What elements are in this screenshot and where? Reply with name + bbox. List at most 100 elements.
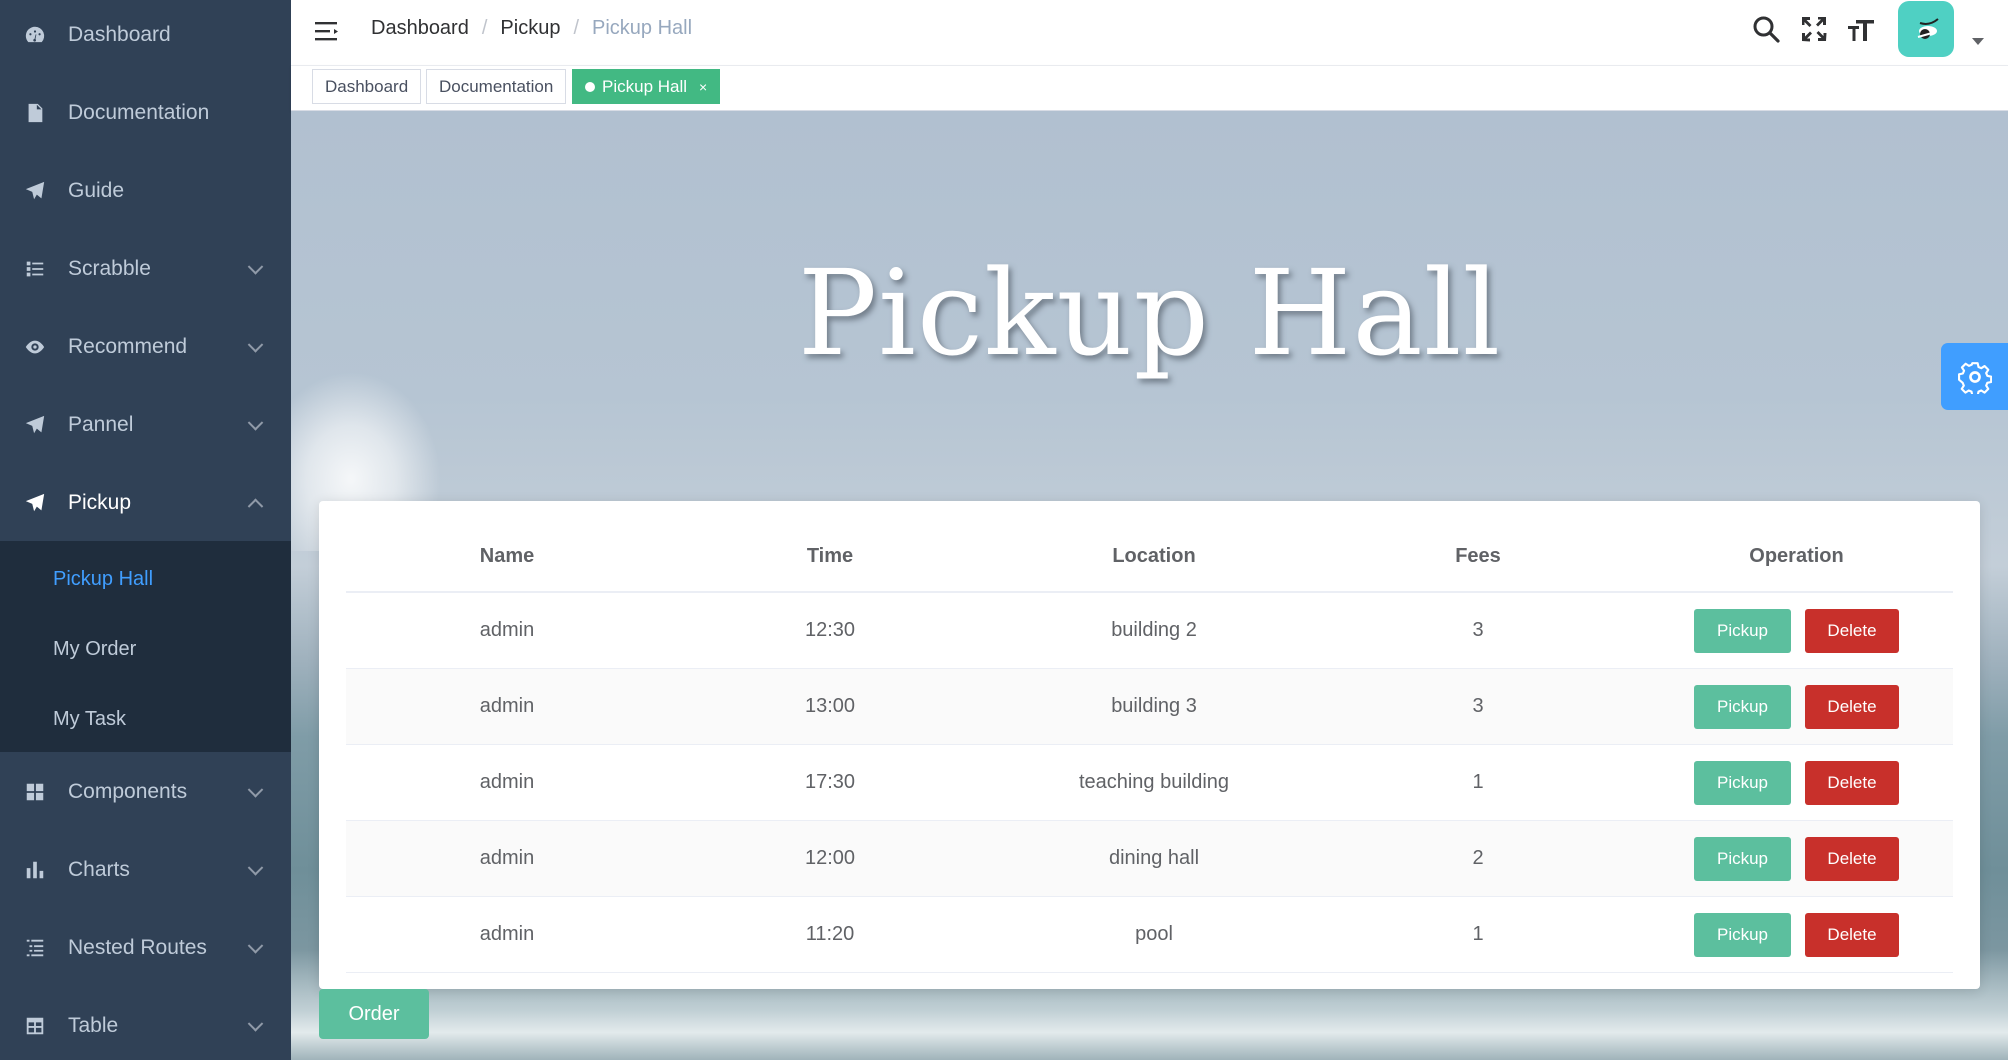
- chevron-down-icon: [247, 860, 264, 876]
- sidebar-item-nested-routes[interactable]: Nested Routes: [0, 909, 291, 987]
- sidebar-item-label: Charts: [68, 858, 130, 881]
- table-header-row: Name Time Location Fees Operation: [346, 521, 1953, 593]
- document-icon: [24, 102, 46, 124]
- cell-time: 17:30: [668, 744, 992, 821]
- sidebar-item-label: Recommend: [68, 335, 188, 358]
- sidebar-item-documentation[interactable]: Documentation: [0, 74, 291, 152]
- cell-time: 12:00: [668, 820, 992, 897]
- cell-fees: 3: [1316, 592, 1640, 669]
- breadcrumb: Dashboard / Pickup / Pickup Hall: [371, 17, 692, 40]
- chevron-up-icon: [247, 498, 264, 515]
- settings-gear-button[interactable]: [1941, 343, 2008, 410]
- dashboard-icon: [24, 24, 46, 46]
- delete-button[interactable]: Delete: [1805, 684, 1899, 729]
- pickup-button[interactable]: Pickup: [1694, 760, 1791, 805]
- tag-label: Documentation: [439, 76, 554, 96]
- sidebar-item-label: Nested Routes: [68, 936, 207, 959]
- cell-operation: Pickup Delete: [1640, 896, 1953, 973]
- column-header-location: Location: [992, 521, 1316, 593]
- delete-button[interactable]: Delete: [1805, 836, 1899, 881]
- column-header-name: Name: [346, 521, 668, 593]
- font-size-icon[interactable]: [1846, 14, 1876, 44]
- cell-location: building 2: [992, 592, 1316, 669]
- order-button[interactable]: Order: [319, 989, 429, 1039]
- breadcrumb-separator: /: [481, 17, 488, 39]
- pickup-submenu: Pickup Hall My Order My Task: [0, 541, 291, 752]
- sidebar-item-charts[interactable]: Charts: [0, 831, 291, 909]
- chevron-down-icon: [247, 782, 264, 798]
- delete-button[interactable]: Delete: [1805, 608, 1899, 653]
- sidebar-item-guide[interactable]: Guide: [0, 152, 291, 230]
- breadcrumb-separator: /: [573, 17, 579, 39]
- gear-icon: [1957, 361, 1992, 394]
- cell-operation: Pickup Delete: [1640, 744, 1953, 821]
- paper-plane-icon: [24, 180, 46, 202]
- pickup-button[interactable]: Pickup: [1694, 836, 1791, 881]
- cell-fees: 1: [1316, 744, 1640, 821]
- avatar[interactable]: [1898, 1, 1954, 57]
- cell-fees: 1: [1316, 896, 1640, 973]
- cell-name: admin: [346, 820, 668, 897]
- cell-time: 12:30: [668, 592, 992, 669]
- cell-fees: 3: [1316, 668, 1640, 745]
- search-icon[interactable]: [1751, 14, 1781, 44]
- cell-fees: 2: [1316, 820, 1640, 897]
- paper-plane-icon: [24, 492, 46, 514]
- pickup-button[interactable]: Pickup: [1694, 912, 1791, 957]
- sidebar-item-label: Guide: [68, 179, 125, 202]
- tag-pickup-hall[interactable]: Pickup Hall ×: [572, 69, 721, 104]
- sidebar-item-scrabble[interactable]: Scrabble: [0, 230, 291, 308]
- sidebar-item-table[interactable]: Table: [0, 987, 291, 1060]
- page-title: Pickup Hall: [797, 244, 1502, 382]
- pickup-button[interactable]: Pickup: [1694, 608, 1791, 653]
- close-icon[interactable]: ×: [699, 79, 707, 95]
- cell-name: admin: [346, 896, 668, 973]
- pickup-table: Name Time Location Fees Operation admin …: [346, 521, 1953, 973]
- breadcrumb-item-pickup[interactable]: Pickup: [500, 17, 560, 40]
- tag-label: Dashboard: [325, 76, 409, 96]
- cell-location: building 3: [992, 668, 1316, 745]
- tag-label: Pickup Hall: [602, 76, 688, 96]
- delete-button[interactable]: Delete: [1805, 760, 1899, 805]
- sidebar-item-pickup[interactable]: Pickup: [0, 464, 291, 542]
- sidebar-item-components[interactable]: Components: [0, 753, 291, 831]
- pickup-button[interactable]: Pickup: [1694, 684, 1791, 729]
- navbar: Dashboard / Pickup / Pickup Hall: [291, 0, 2008, 66]
- pickup-table-card: Name Time Location Fees Operation admin …: [319, 501, 1980, 989]
- tag-dashboard[interactable]: Dashboard: [312, 69, 422, 104]
- cell-name: admin: [346, 744, 668, 821]
- active-dot-icon: [585, 81, 595, 92]
- list-icon: [24, 258, 46, 280]
- eye-icon: [24, 336, 46, 358]
- cell-operation: Pickup Delete: [1640, 820, 1953, 897]
- bar-chart-icon: [24, 859, 46, 881]
- chevron-down-icon: [247, 938, 264, 954]
- nested-list-icon: [24, 937, 46, 959]
- cell-location: dining hall: [992, 820, 1316, 897]
- submenu-item-my-task[interactable]: My Task: [0, 684, 291, 754]
- menu-fold-icon[interactable]: [313, 18, 339, 44]
- cell-operation: Pickup Delete: [1640, 668, 1953, 745]
- fullscreen-icon[interactable]: [1799, 14, 1829, 44]
- table-row: admin 17:30 teaching building 1 Pickup D…: [346, 744, 1953, 821]
- table-row: admin 12:00 dining hall 2 Pickup Delete: [346, 820, 1953, 897]
- submenu-item-my-order[interactable]: My Order: [0, 614, 291, 684]
- chevron-down-icon: [247, 1016, 264, 1032]
- caret-down-icon[interactable]: [1972, 38, 1984, 45]
- main-content: Pickup Hall Name Time Location Fees Oper…: [291, 111, 2008, 1060]
- sidebar-item-dashboard[interactable]: Dashboard: [0, 0, 291, 74]
- sidebar-item-label: Pannel: [68, 413, 134, 436]
- paper-plane-icon: [24, 414, 46, 436]
- breadcrumb-item-dashboard[interactable]: Dashboard: [371, 17, 469, 40]
- tags-view: Dashboard Documentation Pickup Hall ×: [291, 66, 2008, 111]
- submenu-item-pickup-hall[interactable]: Pickup Hall: [0, 544, 291, 614]
- cell-time: 13:00: [668, 668, 992, 745]
- chevron-down-icon: [247, 337, 264, 353]
- sidebar-item-pannel[interactable]: Pannel: [0, 386, 291, 464]
- tag-documentation[interactable]: Documentation: [426, 69, 567, 104]
- sidebar-item-recommend[interactable]: Recommend: [0, 308, 291, 386]
- cell-operation: Pickup Delete: [1640, 592, 1953, 669]
- sidebar-item-label: Table: [68, 1014, 119, 1037]
- cell-name: admin: [346, 592, 668, 669]
- delete-button[interactable]: Delete: [1805, 912, 1899, 957]
